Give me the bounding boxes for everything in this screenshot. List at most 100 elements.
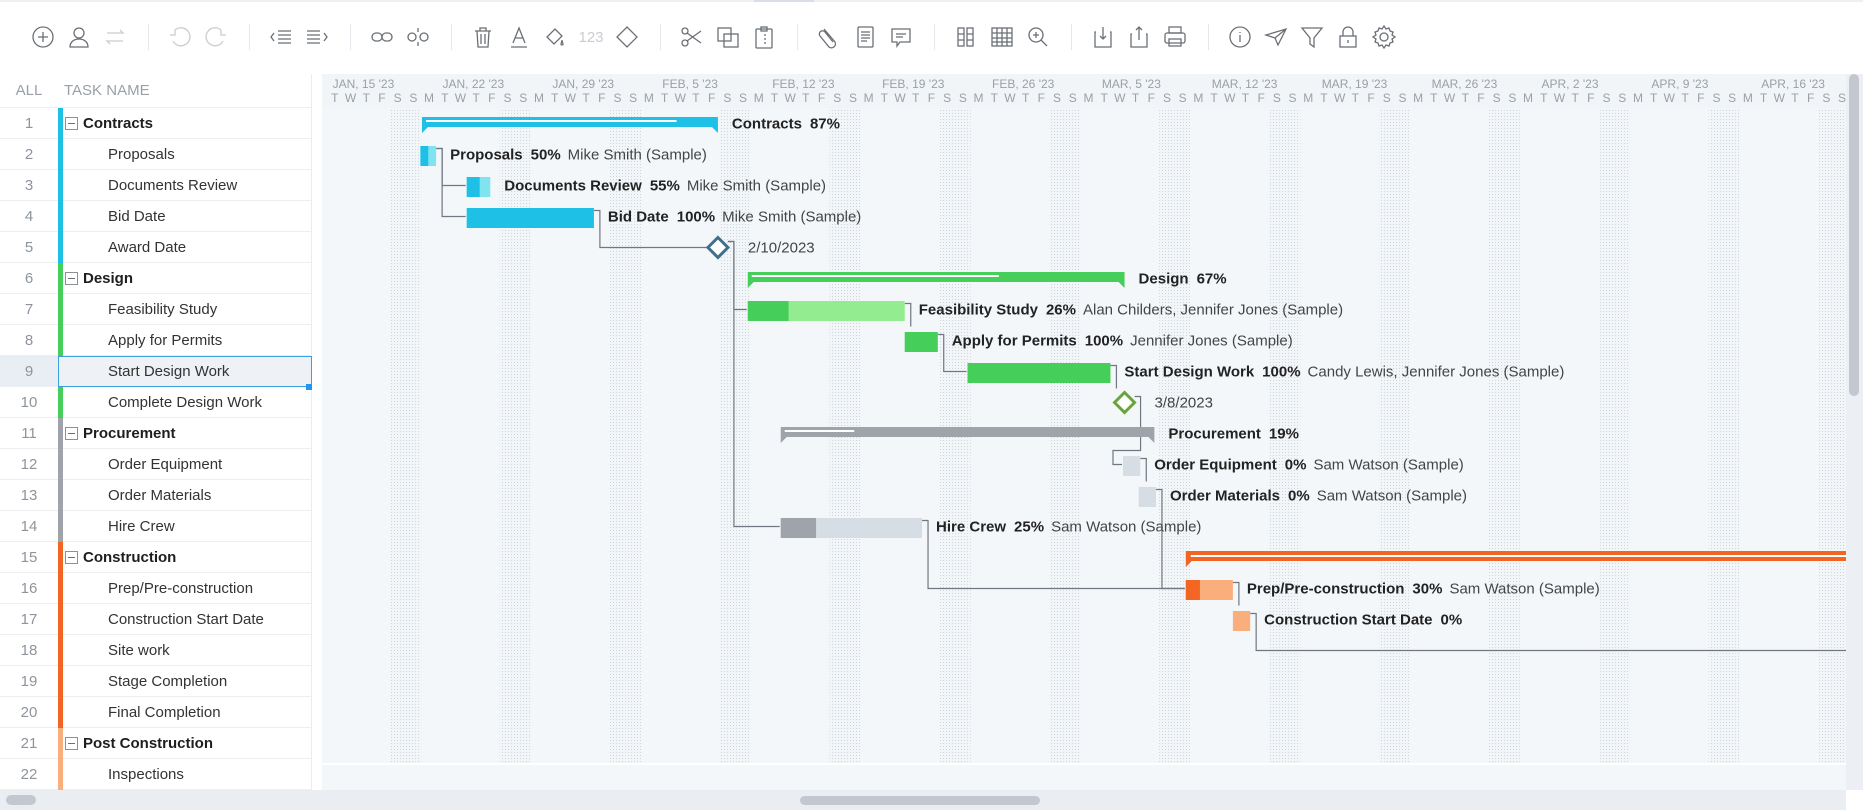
- task-row[interactable]: 10 Complete Design Work: [0, 387, 312, 418]
- task-name[interactable]: Site work: [108, 642, 170, 659]
- task-name[interactable]: Bid Date: [108, 208, 166, 225]
- task-row[interactable]: 18 Site work: [0, 635, 312, 666]
- task-name[interactable]: Start Design Work: [108, 363, 229, 380]
- task-row[interactable]: 16 Prep/Pre-construction: [0, 573, 312, 604]
- paste-button[interactable]: [747, 20, 781, 54]
- task-name[interactable]: Complete Design Work: [108, 394, 262, 411]
- task-name[interactable]: Apply for Permits: [108, 332, 222, 349]
- horizontal-scrollbar-thumb[interactable]: [800, 796, 1040, 805]
- grid-scrollbar-thumb[interactable]: [6, 795, 36, 805]
- number-format-button[interactable]: 123: [574, 20, 608, 54]
- day-letter: F: [818, 91, 825, 105]
- collapse-toggle-icon[interactable]: [65, 117, 78, 130]
- task-name[interactable]: Documents Review: [108, 177, 237, 194]
- task-row[interactable]: 9 Start Design Work: [0, 356, 312, 390]
- row-number: 20: [20, 703, 38, 721]
- task-name[interactable]: Feasibility Study: [108, 301, 217, 318]
- select-all-header[interactable]: ALL: [0, 82, 58, 99]
- collapse-toggle-icon[interactable]: [65, 737, 78, 750]
- vertical-scrollbar-thumb[interactable]: [1849, 74, 1859, 396]
- task-bar[interactable]: [1138, 487, 1156, 507]
- task-row[interactable]: 19 Stage Completion: [0, 666, 312, 697]
- group-color-indicator: [58, 387, 63, 418]
- unlink-button[interactable]: [401, 20, 435, 54]
- task-name[interactable]: Contracts: [83, 115, 153, 132]
- task-row[interactable]: 2 Proposals: [0, 139, 312, 170]
- task-name[interactable]: Award Date: [108, 239, 186, 256]
- task-name[interactable]: Procurement: [83, 425, 176, 442]
- task-name[interactable]: Construction: [83, 549, 176, 566]
- task-row[interactable]: 4 Bid Date: [0, 201, 312, 232]
- task-row[interactable]: 8 Apply for Permits: [0, 325, 312, 356]
- user-button[interactable]: [62, 20, 96, 54]
- collapse-toggle-icon[interactable]: [65, 427, 78, 440]
- print-button[interactable]: [1158, 20, 1192, 54]
- export-button[interactable]: [1122, 20, 1156, 54]
- task-name[interactable]: Stage Completion: [108, 673, 227, 690]
- task-name[interactable]: Post Construction: [83, 735, 213, 752]
- settings-icon: [1371, 24, 1397, 50]
- cut-button[interactable]: [675, 20, 709, 54]
- filter-button[interactable]: [1295, 20, 1329, 54]
- grid-button[interactable]: [985, 20, 1019, 54]
- task-name[interactable]: Hire Crew: [108, 518, 175, 535]
- task-name[interactable]: Prep/Pre-construction: [108, 580, 253, 597]
- task-name[interactable]: Order Equipment: [108, 456, 222, 473]
- task-row[interactable]: 13 Order Materials: [0, 480, 312, 511]
- fill-color-button[interactable]: [538, 20, 572, 54]
- task-name-header[interactable]: TASK NAME: [58, 82, 150, 99]
- send-button[interactable]: [1259, 20, 1293, 54]
- task-name[interactable]: Construction Start Date: [108, 611, 264, 628]
- collapse-toggle-icon[interactable]: [65, 272, 78, 285]
- attachment-button[interactable]: [812, 20, 846, 54]
- task-row[interactable]: 3 Documents Review: [0, 170, 312, 201]
- day-letter: T: [771, 91, 779, 105]
- notes-button[interactable]: [848, 20, 882, 54]
- task-group-row[interactable]: 15 Construction: [0, 542, 312, 573]
- task-group-row[interactable]: 6 Design: [0, 263, 312, 294]
- trash-button[interactable]: [466, 20, 500, 54]
- bar-percent: 19%: [1269, 426, 1299, 443]
- indent-button[interactable]: [300, 20, 334, 54]
- comment-button[interactable]: [884, 20, 918, 54]
- redo-button[interactable]: [199, 20, 233, 54]
- swap-button[interactable]: [98, 20, 132, 54]
- task-bar[interactable]: [1122, 456, 1141, 476]
- bar-task-name: Feasibility Study: [919, 302, 1039, 319]
- task-name[interactable]: Final Completion: [108, 704, 221, 721]
- task-row[interactable]: 12 Order Equipment: [0, 449, 312, 480]
- task-name[interactable]: Order Materials: [108, 487, 211, 504]
- task-row[interactable]: 7 Feasibility Study: [0, 294, 312, 325]
- text-color-button[interactable]: [502, 20, 536, 54]
- lock-button[interactable]: [1331, 20, 1365, 54]
- task-group-row[interactable]: 1 Contracts: [0, 108, 312, 139]
- task-group-row[interactable]: 21 Post Construction: [0, 728, 312, 759]
- task-group-row[interactable]: 11 Procurement: [0, 418, 312, 449]
- horizontal-scrollbar-track[interactable]: [322, 790, 1846, 810]
- task-name[interactable]: Design: [83, 270, 133, 287]
- task-name[interactable]: Proposals: [108, 146, 175, 163]
- copy-button[interactable]: [711, 20, 745, 54]
- task-name[interactable]: Inspections: [108, 766, 184, 783]
- task-row[interactable]: 20 Final Completion: [0, 697, 312, 728]
- grid-horizontal-scrollbar[interactable]: [0, 790, 322, 810]
- columns-button[interactable]: [949, 20, 983, 54]
- task-row[interactable]: 17 Construction Start Date: [0, 604, 312, 635]
- bar-percent: 0%: [1285, 457, 1307, 474]
- info-button[interactable]: [1223, 20, 1257, 54]
- link-button[interactable]: [365, 20, 399, 54]
- task-row[interactable]: 5 Award Date: [0, 232, 312, 263]
- import-button[interactable]: [1086, 20, 1120, 54]
- zoom-in-button[interactable]: [1021, 20, 1055, 54]
- task-row[interactable]: 22 Inspections: [0, 759, 312, 790]
- bar-assignee: Sam Watson (Sample): [1051, 519, 1201, 536]
- settings-button[interactable]: [1367, 20, 1401, 54]
- collapse-toggle-icon[interactable]: [65, 551, 78, 564]
- undo-button[interactable]: [163, 20, 197, 54]
- outdent-button[interactable]: [264, 20, 298, 54]
- milestone-button[interactable]: [610, 20, 644, 54]
- task-bar[interactable]: [1232, 611, 1251, 631]
- task-row[interactable]: 14 Hire Crew: [0, 511, 312, 542]
- add-task-button[interactable]: [26, 20, 60, 54]
- weekend-column: [1724, 108, 1740, 764]
